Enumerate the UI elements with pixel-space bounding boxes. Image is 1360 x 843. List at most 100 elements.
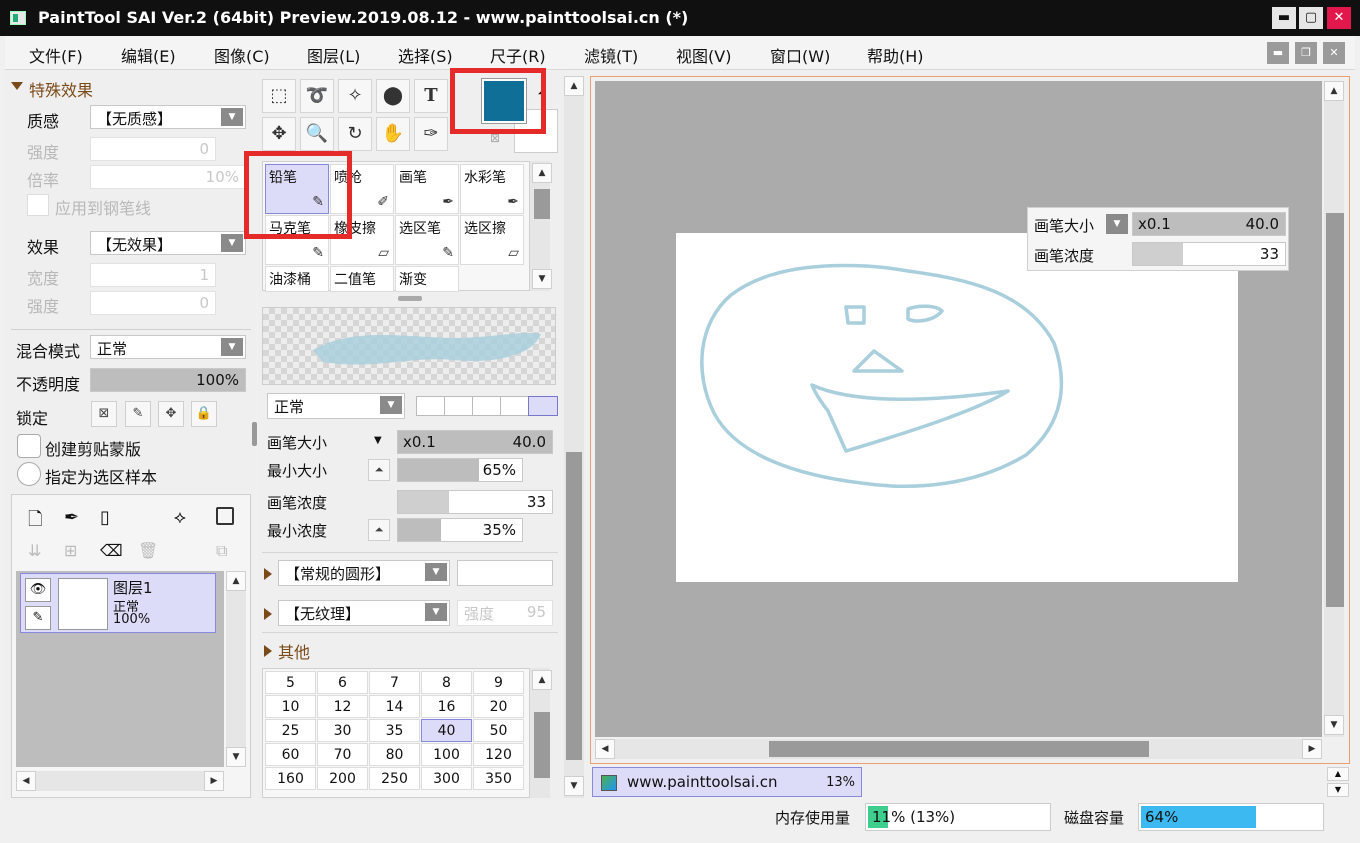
- size-preset[interactable]: 80: [369, 743, 420, 766]
- density-slider[interactable]: 33: [397, 490, 553, 514]
- scroll-down-icon[interactable]: ▼: [226, 747, 246, 767]
- collapse-arrow-icon[interactable]: [11, 82, 23, 90]
- scroll-right-icon[interactable]: ▶: [1302, 739, 1322, 759]
- effects-header[interactable]: 特殊效果: [29, 77, 93, 101]
- new-layer-icon[interactable]: 🗋: [28, 507, 42, 537]
- pressure-size-icon[interactable]: ⏶: [368, 459, 390, 481]
- eyedropper-icon[interactable]: ✑: [414, 117, 448, 151]
- scroll-right-icon[interactable]: ▶: [204, 771, 224, 791]
- menu-select[interactable]: 选择(S): [398, 43, 453, 67]
- size-preset[interactable]: 100: [421, 743, 472, 766]
- brush-tool-cell[interactable]: 选区笔 ✎: [395, 215, 459, 265]
- size-preset[interactable]: 25: [265, 719, 316, 742]
- menu-view[interactable]: 视图(V): [676, 43, 731, 67]
- menu-edit[interactable]: 编辑(E): [121, 43, 176, 67]
- minimize-button[interactable]: ▬: [1272, 7, 1296, 29]
- zoom-icon[interactable]: 🔍: [300, 117, 334, 151]
- scroll-up-icon[interactable]: ▲: [564, 76, 584, 96]
- opacity-slider[interactable]: 100%: [90, 368, 246, 392]
- size-preset[interactable]: 60: [265, 743, 316, 766]
- eye-icon[interactable]: 👁: [25, 578, 51, 602]
- move-icon[interactable]: ✥: [262, 117, 296, 151]
- edge-harder-icon[interactable]: [500, 396, 530, 416]
- scroll-left-icon[interactable]: ◀: [595, 739, 615, 759]
- size-preset[interactable]: 14: [369, 695, 420, 718]
- menu-ruler[interactable]: 尺子(R): [490, 43, 546, 67]
- min-size-slider[interactable]: 65%: [397, 458, 523, 482]
- splitter-handle[interactable]: [398, 296, 422, 301]
- scroll-left-icon[interactable]: ◀: [16, 771, 36, 791]
- size-preset[interactable]: 300: [421, 767, 472, 790]
- size-preset[interactable]: 200: [317, 767, 368, 790]
- brush-tool-cell[interactable]: 选区擦 ▱: [460, 215, 524, 265]
- shape-param-field[interactable]: [457, 560, 553, 586]
- new-folder-icon[interactable]: ▯: [100, 507, 110, 528]
- size-preset[interactable]: 250: [369, 767, 420, 790]
- lasso-icon[interactable]: ➰: [300, 79, 334, 113]
- layer-scrollbar[interactable]: ▲ ▼: [226, 571, 246, 767]
- effect-select[interactable]: 【无效果】 ▼: [90, 231, 246, 255]
- min-density-slider[interactable]: 35%: [397, 518, 523, 542]
- menu-window[interactable]: 窗口(W): [770, 43, 830, 67]
- brush-shape-select[interactable]: 【常规的圆形】 ▼: [278, 560, 450, 586]
- scale-field[interactable]: 10%: [90, 165, 246, 189]
- brush-size-slider[interactable]: x0.1 40.0: [397, 430, 553, 454]
- doc-minimize-button[interactable]: ▬: [1267, 42, 1289, 64]
- selection-sample-radio[interactable]: [17, 462, 41, 486]
- canvas-viewport[interactable]: 画笔大小 ▼ x0.1 40.0 画笔浓度 33: [595, 81, 1322, 737]
- brush-mode-select[interactable]: 正常 ▼: [267, 393, 405, 419]
- new-pen-layer-icon[interactable]: ✒: [64, 507, 79, 528]
- menu-filter[interactable]: 滤镜(T): [584, 43, 638, 67]
- layer-row[interactable]: 👁 ✎ 图层1 正常 100%: [20, 573, 216, 633]
- size-preset[interactable]: 160: [265, 767, 316, 790]
- quick-size-slider[interactable]: x0.1 40.0: [1132, 212, 1286, 236]
- size-preset[interactable]: 70: [317, 743, 368, 766]
- strength-field[interactable]: 0: [90, 137, 216, 161]
- layer-options-icon[interactable]: ⧉: [216, 541, 227, 561]
- brush-tool-cell[interactable]: 油漆桶: [265, 266, 329, 292]
- scroll-up-icon[interactable]: ▲: [532, 163, 552, 183]
- size-preset[interactable]: 12: [317, 695, 368, 718]
- menu-layer[interactable]: 图层(L): [307, 43, 360, 67]
- expand-arrow-icon[interactable]: [264, 645, 272, 657]
- scroll-thumb[interactable]: [566, 452, 582, 760]
- clear-layer-icon[interactable]: ⌫: [100, 541, 123, 560]
- maximize-button[interactable]: ▢: [1299, 7, 1323, 29]
- menu-image[interactable]: 图像(C): [214, 43, 270, 67]
- strength2-field[interactable]: 0: [90, 291, 216, 315]
- brush-tool-cell[interactable]: 画笔 ✒: [395, 164, 459, 214]
- delete-layer-icon[interactable]: 🗑: [138, 541, 158, 560]
- size-dropdown-icon[interactable]: ▼: [374, 435, 382, 446]
- close-button[interactable]: ✕: [1327, 7, 1351, 29]
- edge-medium-icon[interactable]: [444, 396, 474, 416]
- lock-move-icon[interactable]: ✥: [158, 401, 184, 427]
- brush-texture-select[interactable]: 【无纹理】 ▼: [278, 600, 450, 626]
- size-preset[interactable]: 6: [317, 671, 368, 694]
- document-tab[interactable]: www.painttoolsai.cn 13%: [592, 767, 862, 797]
- canvas-hscrollbar[interactable]: ◀ ▶: [595, 739, 1322, 759]
- expand-arrow-icon[interactable]: [264, 568, 272, 580]
- chevron-down-icon[interactable]: ▼: [1106, 214, 1128, 234]
- layer-hscrollbar[interactable]: ◀ ▶: [16, 771, 224, 791]
- mask-icon[interactable]: [216, 507, 234, 525]
- size-preset[interactable]: 20: [473, 695, 524, 718]
- size-preset[interactable]: 8: [421, 671, 472, 694]
- size-preset[interactable]: 350: [473, 767, 524, 790]
- size-preset[interactable]: 16: [421, 695, 472, 718]
- edge-soft-icon[interactable]: [416, 396, 446, 416]
- pressure-density-icon[interactable]: ⏶: [368, 519, 390, 541]
- apply-pen-checkbox[interactable]: [27, 194, 49, 216]
- tab-scroll-up-icon[interactable]: ▲: [1327, 767, 1349, 781]
- rect-select-icon[interactable]: ⬚: [262, 79, 296, 113]
- size-preset[interactable]: 7: [369, 671, 420, 694]
- scroll-thumb[interactable]: [1326, 213, 1344, 607]
- clip-mask-checkbox[interactable]: [17, 434, 41, 458]
- size-preset[interactable]: 30: [317, 719, 368, 742]
- size-preset[interactable]: 9: [473, 671, 524, 694]
- width-field[interactable]: 1: [90, 263, 216, 287]
- canvas-vscrollbar[interactable]: ▲ ▼: [1324, 81, 1344, 737]
- rotate-icon[interactable]: ↻: [338, 117, 372, 151]
- brush-tool-cell[interactable]: 渐变: [395, 266, 459, 292]
- doc-restore-button[interactable]: ❐: [1295, 42, 1317, 64]
- shape-icon[interactable]: ⬤: [376, 79, 410, 113]
